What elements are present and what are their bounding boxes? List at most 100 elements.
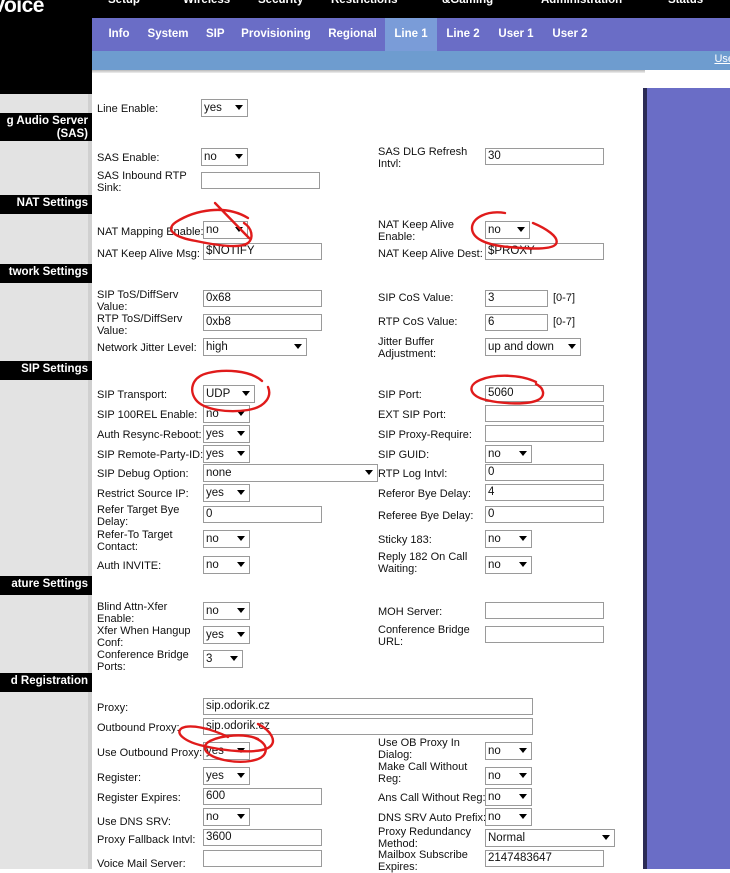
sip-100rel-enable-label: SIP 100REL Enable: <box>97 409 198 421</box>
sas-enable-label: SAS Enable: <box>97 152 160 164</box>
refer-to-target-contact-select[interactable]: no <box>203 530 250 548</box>
router-menu-item-administration[interactable]: Administration <box>541 0 622 6</box>
blind-attn-xfer-enable-select[interactable]: no <box>203 602 250 620</box>
chevron-down-icon <box>230 656 238 661</box>
use-outbound-proxy-value: yes <box>206 745 224 757</box>
nat-keep-alive-dest-input[interactable]: $PROXY <box>485 243 604 260</box>
router-menu-item-restrictions[interactable]: Restrictions <box>331 0 397 6</box>
rtp-log-intvl-input[interactable]: 0 <box>485 464 604 481</box>
router-menu-item-setup[interactable]: Setup <box>108 0 140 6</box>
jitter-buffer-adjustment-select[interactable]: up and down <box>485 338 581 356</box>
sip-proxy-require-input[interactable] <box>485 425 604 442</box>
tab-sip[interactable]: SIP <box>198 18 232 51</box>
ext-sip-port-input[interactable] <box>485 405 604 422</box>
restrict-source-ip-select[interactable]: yes <box>203 484 250 502</box>
sticky-183-select[interactable]: no <box>485 530 532 548</box>
outbound-proxy-input[interactable]: sip.odorik.cz <box>203 718 533 735</box>
network-jitter-level-select[interactable]: high <box>203 338 307 356</box>
mailbox-subscribe-expires-input[interactable]: 2147483647 <box>485 850 604 867</box>
use-dns-srv-label: Use DNS SRV: <box>97 816 171 828</box>
sip-100rel-enable-select[interactable]: no <box>203 405 250 423</box>
referor-bye-delay-input[interactable]: 4 <box>485 484 604 501</box>
ans-call-without-reg-label: Ans Call Without Reg: <box>378 792 486 804</box>
rtp-tos-diffserv-value-input[interactable]: 0xb8 <box>203 314 322 331</box>
router-menu-item-status[interactable]: Status <box>668 0 703 6</box>
router-menu-item-wireless[interactable]: Wireless <box>183 0 230 6</box>
sas-dlg-refresh-intvl-input[interactable]: 30 <box>485 148 604 165</box>
nat-keep-alive-enable-select[interactable]: no <box>485 221 530 239</box>
sas-inbound-rtp-sink-label: SAS Inbound RTP Sink: <box>97 170 187 194</box>
register-expires-label: Register Expires: <box>97 792 181 804</box>
ans-call-without-reg-select[interactable]: no <box>485 788 532 806</box>
referee-bye-delay-value: 0 <box>488 508 495 520</box>
refer-target-bye-delay-value: 0 <box>206 508 213 520</box>
refer-target-bye-delay-label: Refer Target Bye Delay: <box>97 504 180 528</box>
sip-tos-diffserv-value-label: SIP ToS/DiffServ Value: <box>97 289 179 313</box>
proxy-redundancy-method-select[interactable]: Normal <box>485 829 615 847</box>
sip-tos-diffserv-value-input[interactable]: 0x68 <box>203 290 322 307</box>
reply-182-on-call-waiting-select[interactable]: no <box>485 556 532 574</box>
auth-invite-select[interactable]: no <box>203 556 250 574</box>
section-heading: NAT Settings <box>0 195 92 214</box>
blind-attn-xfer-enable-value: no <box>206 605 219 617</box>
tab-user-2[interactable]: User 2 <box>543 18 597 51</box>
router-menu-item-gaming[interactable]: &Gaming <box>442 0 493 6</box>
chevron-down-icon <box>237 562 245 567</box>
tab-line-1[interactable]: Line 1 <box>385 18 437 51</box>
chevron-down-icon <box>517 227 525 232</box>
rtp-tos-diffserv-value-label: RTP ToS/DiffServ Value: <box>97 313 183 337</box>
router-menu-item-security[interactable]: Security <box>258 0 303 6</box>
chevron-down-icon <box>237 536 245 541</box>
tab-info[interactable]: Info <box>100 18 138 51</box>
user-login-link[interactable]: Use <box>714 53 730 65</box>
sip-remote-party-id-select[interactable]: yes <box>203 445 250 463</box>
rtp-log-intvl-label: RTP Log Intvl: <box>378 468 448 480</box>
register-expires-input[interactable]: 600 <box>203 788 322 805</box>
chevron-down-icon <box>568 344 576 349</box>
sip-cos-value-input[interactable]: 3 <box>485 290 548 307</box>
tab-system[interactable]: System <box>138 18 198 51</box>
conference-bridge-ports-select[interactable]: 3 <box>203 650 243 668</box>
chevron-down-icon <box>519 536 527 541</box>
use-outbound-proxy-label: Use Outbound Proxy: <box>97 747 203 759</box>
tab-user-1[interactable]: User 1 <box>489 18 543 51</box>
register-label: Register: <box>97 772 142 784</box>
tab-line-2[interactable]: Line 2 <box>437 18 489 51</box>
sip-transport-select[interactable]: UDP <box>203 385 255 403</box>
refer-target-bye-delay-input[interactable]: 0 <box>203 506 322 523</box>
sip-port-input[interactable]: 5060 <box>485 385 604 402</box>
sip-debug-option-select[interactable]: none <box>203 464 378 482</box>
xfer-when-hangup-conf-value: yes <box>206 629 224 641</box>
sas-inbound-rtp-sink-input[interactable] <box>201 172 320 189</box>
voice-mail-server-input[interactable] <box>203 850 322 867</box>
use-dns-srv-select[interactable]: no <box>203 808 250 826</box>
rtp-cos-value-value: 6 <box>488 316 495 328</box>
proxy-input[interactable]: sip.odorik.cz <box>203 698 533 715</box>
chevron-down-icon <box>235 227 243 232</box>
proxy-fallback-intvl-input[interactable]: 3600 <box>203 829 322 846</box>
line-enable-select[interactable]: yes <box>201 99 248 117</box>
conference-bridge-url-input[interactable] <box>485 626 604 643</box>
tab-provisioning[interactable]: Provisioning <box>232 18 320 51</box>
make-call-without-reg-select[interactable]: no <box>485 767 532 785</box>
rtp-cos-value-input[interactable]: 6 <box>485 314 548 331</box>
sas-enable-select[interactable]: no <box>201 148 248 166</box>
moh-server-input[interactable] <box>485 602 604 619</box>
nat-keep-alive-msg-input[interactable]: $NOTIFY <box>203 243 322 260</box>
nat-mapping-enable-select[interactable]: no <box>203 221 248 239</box>
panel-top-shadow <box>92 70 645 73</box>
tab-regional[interactable]: Regional <box>320 18 385 51</box>
dns-srv-auto-prefix-select[interactable]: no <box>485 808 532 826</box>
use-outbound-proxy-select[interactable]: yes <box>203 742 250 760</box>
sip-guid-select[interactable]: no <box>485 445 532 463</box>
sip-guid-value: no <box>488 448 501 460</box>
voice-mail-server-label: Voice Mail Server: <box>97 858 186 870</box>
xfer-when-hangup-conf-select[interactable]: yes <box>203 626 250 644</box>
referee-bye-delay-input[interactable]: 0 <box>485 506 604 523</box>
auth-resync-reboot-select[interactable]: yes <box>203 425 250 443</box>
register-value: yes <box>206 770 224 782</box>
use-ob-proxy-in-dialog-select[interactable]: no <box>485 742 532 760</box>
restrict-source-ip-label: Restrict Source IP: <box>97 488 189 500</box>
make-call-without-reg-label: Make Call Without Reg: <box>378 761 468 785</box>
register-select[interactable]: yes <box>203 767 250 785</box>
